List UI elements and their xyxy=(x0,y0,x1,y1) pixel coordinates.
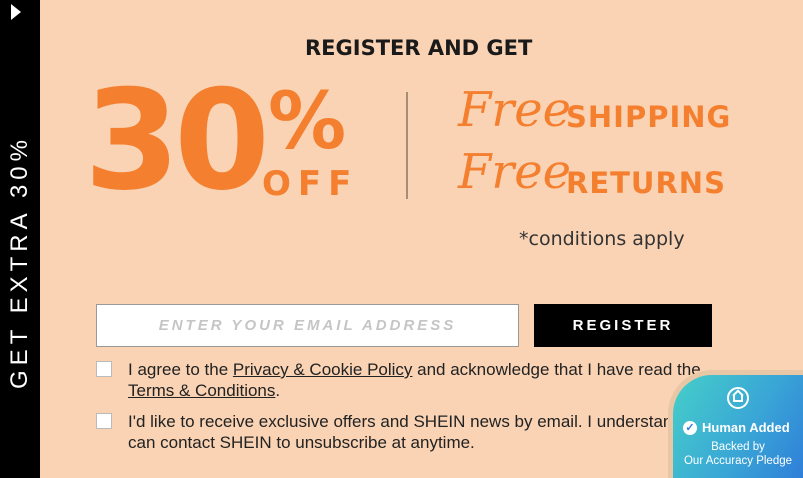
side-tab-get-extra[interactable]: GET EXTRA 30% xyxy=(0,0,40,478)
privacy-consent-text: I agree to the Privacy & Cookie Policy a… xyxy=(128,359,703,401)
accuracy-pledge-badge[interactable]: ✓ Human Added Backed by Our Accuracy Pled… xyxy=(668,370,803,478)
badge-subtitle-line-1: Backed by xyxy=(711,441,765,453)
privacy-consent-checkbox[interactable] xyxy=(96,361,112,377)
promo-divider xyxy=(406,92,408,199)
perk-shipping: SHIPPING xyxy=(566,100,732,134)
privacy-policy-link[interactable]: Privacy & Cookie Policy xyxy=(233,360,413,379)
consent-middle: and acknowledge that I have read the xyxy=(412,360,701,379)
home-icon xyxy=(727,387,749,409)
newsletter-consent-checkbox[interactable] xyxy=(96,413,112,429)
conditions-note: *conditions apply xyxy=(519,228,685,250)
terms-link[interactable]: Terms & Conditions xyxy=(128,381,275,400)
perk-returns: RETURNS xyxy=(566,166,726,200)
email-input[interactable] xyxy=(96,304,519,347)
consent-prefix: I agree to the xyxy=(128,360,233,379)
badge-title: Human Added xyxy=(702,420,790,435)
consent-suffix: . xyxy=(275,381,281,400)
newsletter-consent-text: I'd like to receive exclusive offers and… xyxy=(128,412,692,452)
free-shipping-word: Free xyxy=(458,82,572,138)
badge-subtitle-line-2: Our Accuracy Pledge xyxy=(683,455,793,467)
badge-subtitle: Backed by Our Accuracy Pledge xyxy=(673,440,803,468)
play-arrow-icon[interactable] xyxy=(11,4,21,20)
free-returns-word: Free xyxy=(458,144,572,200)
register-button[interactable]: REGISTER xyxy=(534,304,712,347)
check-circle-icon: ✓ xyxy=(683,421,697,435)
side-tab-label: GET EXTRA 30% xyxy=(6,135,33,389)
discount-percent: % xyxy=(268,77,347,167)
promo-headline: REGISTER AND GET xyxy=(305,36,533,60)
discount-off: OFF xyxy=(262,164,359,204)
discount-number: 30 xyxy=(84,60,270,221)
